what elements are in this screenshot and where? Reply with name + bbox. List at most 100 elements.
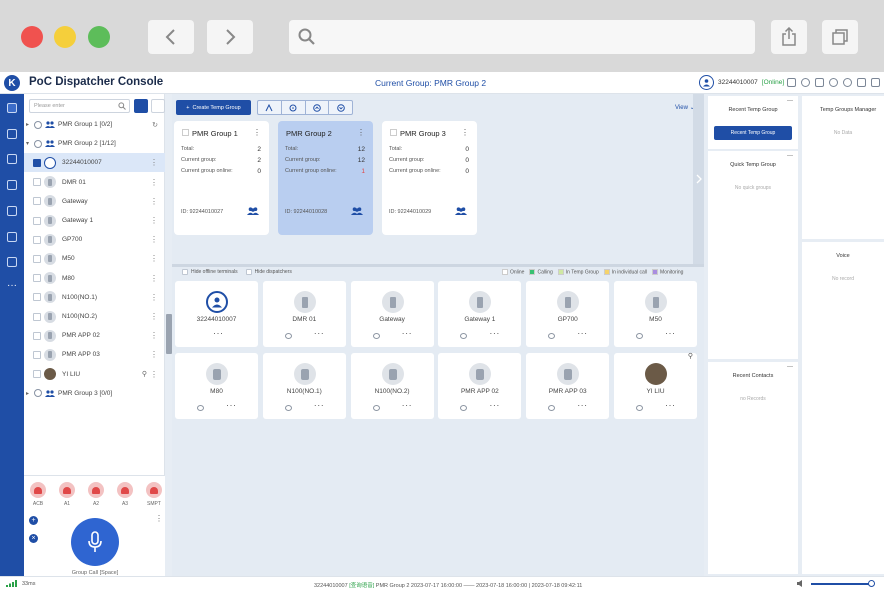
user-info[interactable]: 32244010007 [Online] xyxy=(699,75,784,90)
refresh-icon[interactable] xyxy=(843,78,852,87)
panel-minimize-icon[interactable]: — xyxy=(787,98,793,104)
row-menu-icon[interactable]: ⋮ xyxy=(150,312,158,321)
more-icon[interactable]: ··· xyxy=(226,400,237,410)
terminal-card[interactable]: GP700 ··· xyxy=(526,281,610,347)
terminal-card[interactable]: N100(NO.1) ··· xyxy=(262,353,346,419)
device-icon[interactable] xyxy=(815,78,824,87)
more-icon[interactable]: ··· xyxy=(213,328,224,338)
more-icon[interactable]: ··· xyxy=(577,400,588,410)
group-card-menu-icon[interactable]: ⋮ xyxy=(461,128,469,137)
row-menu-icon[interactable]: ⋮ xyxy=(150,370,158,379)
more-icon[interactable]: ··· xyxy=(489,328,500,338)
caret-down-icon[interactable]: ▾ xyxy=(26,140,34,147)
group-card[interactable]: PMR Group 1 ⋮ Total: 2 Current group: 2 Curren… xyxy=(174,121,269,235)
row-menu-icon[interactable]: ⋮ xyxy=(150,331,158,340)
user-avatar[interactable] xyxy=(699,75,714,90)
tree-member-row[interactable]: ⋮ GP700 xyxy=(24,230,165,249)
recent-temp-group-button[interactable]: Recent Temp Group xyxy=(714,126,792,140)
panel-minimize-icon[interactable]: — xyxy=(787,364,793,370)
volume-slider[interactable] xyxy=(811,583,873,585)
message-icon[interactable] xyxy=(548,333,556,339)
hide-offline-filter[interactable]: Hide offline terminals xyxy=(182,269,238,275)
remove-icon[interactable]: × xyxy=(29,534,38,543)
tree-member-row[interactable]: ⋮ Gateway xyxy=(24,192,165,211)
more-nav-icon[interactable]: ··· xyxy=(7,281,17,293)
scroll-down-button[interactable] xyxy=(329,101,352,114)
tree-search-input[interactable]: Please enter xyxy=(29,99,130,113)
caret-right-icon[interactable]: ▸ xyxy=(26,390,34,397)
group-card-checkbox[interactable] xyxy=(182,129,189,136)
terminal-card[interactable]: Gateway ··· xyxy=(350,281,434,347)
group-scroll-right[interactable] xyxy=(693,94,704,264)
quick-call-button[interactable] xyxy=(59,482,75,498)
tree-group-row[interactable]: ▸ PMR Group 3 [0/0] xyxy=(24,384,165,403)
map-nav-icon[interactable] xyxy=(7,129,17,139)
more-icon[interactable]: ··· xyxy=(665,328,676,338)
volume-slider-handle[interactable] xyxy=(868,580,875,587)
message-icon[interactable] xyxy=(284,333,292,339)
call-panel-menu-icon[interactable]: ⋮ xyxy=(155,514,163,523)
quick-call-button[interactable] xyxy=(30,482,46,498)
tree-member-row[interactable]: ⋮ PMR APP 03 xyxy=(24,345,165,364)
group-call-button[interactable] xyxy=(71,518,119,566)
tree-member-row[interactable]: ⚲ ⋮ YI LIU xyxy=(24,365,165,384)
more-icon[interactable]: ··· xyxy=(402,328,413,338)
minimize-window-button[interactable] xyxy=(54,26,76,48)
tree-member-row[interactable]: ⋮ PMR APP 02 xyxy=(24,326,165,345)
message-icon[interactable] xyxy=(636,333,643,339)
message-icon[interactable] xyxy=(460,333,468,339)
message-icon[interactable] xyxy=(284,405,292,411)
voice-nav-icon[interactable] xyxy=(7,103,17,113)
terminal-card[interactable]: M80 ··· xyxy=(175,353,258,419)
caret-right-icon[interactable]: ▸ xyxy=(26,121,34,128)
tree-group-row[interactable]: ▸ ↻ PMR Group 1 [0/2] xyxy=(24,115,165,134)
member-checkbox[interactable] xyxy=(33,312,41,321)
terminal-card[interactable]: M50 ··· xyxy=(614,281,697,347)
quick-call-button[interactable] xyxy=(117,482,133,498)
message-icon[interactable] xyxy=(197,405,204,411)
group-card-menu-icon[interactable]: ⋮ xyxy=(357,128,365,137)
quick-call-button[interactable] xyxy=(146,482,162,498)
help-icon[interactable] xyxy=(829,78,838,87)
more-icon[interactable]: ··· xyxy=(314,328,325,338)
tree-member-row[interactable]: ⋮ N100(NO.1) xyxy=(24,288,165,307)
tree-member-row[interactable]: ⋮ M50 xyxy=(24,249,165,268)
phone-icon[interactable] xyxy=(857,78,866,87)
address-bar[interactable] xyxy=(289,20,755,54)
headset-nav-icon[interactable] xyxy=(7,180,17,190)
more-icon[interactable]: ··· xyxy=(665,400,676,410)
member-checkbox[interactable] xyxy=(33,370,41,379)
tree-member-row[interactable]: ⋮ DMR 01 xyxy=(24,173,165,192)
terminal-card[interactable]: Gateway 1 ··· xyxy=(438,281,522,347)
group-card[interactable]: PMR Group 2 ⋮ Total: 12 Current group: 12 Curr… xyxy=(278,121,373,235)
view-dropdown[interactable]: View ⌄ xyxy=(675,104,695,111)
quick-call-button[interactable] xyxy=(88,482,104,498)
record-nav-icon[interactable] xyxy=(7,232,17,242)
maximize-window-button[interactable] xyxy=(88,26,110,48)
add-icon[interactable]: + xyxy=(29,516,38,525)
forward-button[interactable] xyxy=(207,20,253,54)
member-checkbox[interactable] xyxy=(33,235,41,244)
hide-offline-checkbox[interactable] xyxy=(182,269,188,275)
tabs-button[interactable] xyxy=(822,20,858,54)
message-icon[interactable] xyxy=(636,405,643,411)
row-menu-icon[interactable]: ⋮ xyxy=(150,293,158,302)
tree-member-row[interactable]: ⋮ M80 xyxy=(24,269,165,288)
tree-group-row[interactable]: ▾ PMR Group 2 [1/12] xyxy=(24,134,165,153)
member-checkbox[interactable] xyxy=(33,274,41,283)
locate-tool-button[interactable] xyxy=(282,101,306,114)
member-checkbox[interactable] xyxy=(33,197,41,206)
more-icon[interactable]: ··· xyxy=(314,400,325,410)
tree-list-view-button[interactable] xyxy=(134,99,148,113)
back-button[interactable] xyxy=(148,20,194,54)
row-menu-icon[interactable]: ⋮ xyxy=(150,254,158,263)
group-card-menu-icon[interactable]: ⋮ xyxy=(253,128,261,137)
row-menu-icon[interactable]: ⋮ xyxy=(150,158,158,167)
terminal-card[interactable]: PMR APP 03 ··· xyxy=(526,353,610,419)
terminal-card[interactable]: DMR 01 ··· xyxy=(262,281,346,347)
message-icon[interactable] xyxy=(460,405,468,411)
terminal-card[interactable]: PMR APP 02 ··· xyxy=(438,353,522,419)
refresh-icon[interactable]: ↻ xyxy=(152,121,158,129)
fullscreen-icon[interactable] xyxy=(871,78,880,87)
member-checkbox[interactable] xyxy=(33,293,41,302)
